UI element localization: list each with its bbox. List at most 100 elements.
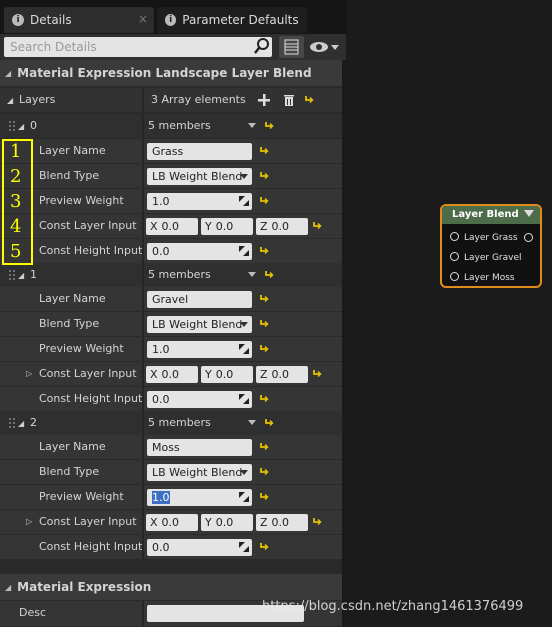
layer-name-field[interactable]: Moss bbox=[147, 439, 252, 456]
chevron-down-icon[interactable] bbox=[248, 272, 256, 277]
layer-name-row: Layer Name Grass bbox=[0, 139, 342, 164]
expand-arrow-icon[interactable]: ◢ bbox=[18, 122, 24, 131]
expand-arrow-icon[interactable]: ◢ bbox=[18, 271, 24, 280]
input-pin-layer-grass[interactable]: Layer Grass bbox=[450, 232, 518, 244]
reset-to-default-icon[interactable] bbox=[264, 120, 274, 130]
vector-z-value: 0.0 bbox=[271, 220, 290, 233]
reset-to-default-icon[interactable] bbox=[259, 541, 269, 551]
vector-x-field[interactable]: X 0.0 bbox=[146, 218, 198, 235]
reset-to-default-icon[interactable] bbox=[259, 441, 269, 451]
blend-type-dropdown[interactable]: LB Weight Blend bbox=[147, 316, 252, 333]
close-icon[interactable]: × bbox=[138, 12, 148, 26]
reset-to-default-icon[interactable] bbox=[259, 491, 269, 501]
column-splitter bbox=[142, 312, 144, 336]
column-splitter bbox=[142, 214, 144, 238]
const-height-input-label: Const Height Input bbox=[39, 392, 143, 405]
preview-weight-field[interactable]: 1.0 bbox=[147, 489, 252, 506]
reset-to-default-icon[interactable] bbox=[259, 195, 269, 205]
chevron-down-icon[interactable] bbox=[248, 420, 256, 425]
preview-weight-field[interactable]: 1.0 bbox=[147, 193, 252, 210]
resize-arrow-icon bbox=[239, 344, 249, 354]
vector-z-field[interactable]: Z 0.0 bbox=[256, 366, 308, 383]
vector-z-value: 0.0 bbox=[271, 516, 290, 529]
layer-name-field[interactable]: Gravel bbox=[147, 291, 252, 308]
scrollbar[interactable] bbox=[342, 60, 346, 627]
preview-weight-row: Preview Weight 1.0 bbox=[0, 485, 342, 510]
reset-to-default-icon[interactable] bbox=[304, 94, 314, 104]
reset-to-default-icon[interactable] bbox=[259, 466, 269, 476]
reset-to-default-icon[interactable] bbox=[312, 220, 322, 230]
reset-to-default-icon[interactable] bbox=[259, 343, 269, 353]
reset-to-default-icon[interactable] bbox=[264, 269, 274, 279]
const-layer-input-row: ▷ Const Layer Input X 0.0 Y 0.0 Z 0.0 bbox=[0, 510, 342, 535]
axis-x-label: X bbox=[150, 516, 158, 529]
const-height-input-field[interactable]: 0.0 bbox=[147, 391, 252, 408]
chevron-down-icon[interactable] bbox=[524, 210, 534, 217]
reset-to-default-icon[interactable] bbox=[312, 368, 322, 378]
preview-weight-value: 1.0 bbox=[152, 195, 170, 208]
reset-to-default-icon[interactable] bbox=[259, 393, 269, 403]
array-count: 3 Array elements bbox=[151, 93, 246, 106]
section-header-material-expression[interactable]: ◢ Material Expression bbox=[0, 574, 346, 600]
view-options-button[interactable] bbox=[309, 38, 341, 56]
vector-y-field[interactable]: Y 0.0 bbox=[201, 218, 253, 235]
vector-x-field[interactable]: X 0.0 bbox=[146, 366, 198, 383]
section-header-landscape-layer-blend[interactable]: ◢ Material Expression Landscape Layer Bl… bbox=[0, 60, 346, 86]
trash-icon[interactable] bbox=[283, 94, 295, 106]
reset-to-default-icon[interactable] bbox=[259, 245, 269, 255]
tab-parameter-defaults[interactable]: i Parameter Defaults bbox=[157, 7, 307, 33]
blend-type-dropdown[interactable]: LB Weight Blend bbox=[147, 168, 252, 185]
blend-type-value: LB Weight Blend bbox=[152, 318, 243, 331]
expand-arrow-icon[interactable]: ▷ bbox=[26, 369, 32, 378]
const-layer-input-label: Const Layer Input bbox=[39, 367, 137, 380]
const-height-input-label: Const Height Input bbox=[39, 540, 143, 553]
preview-weight-row: Preview Weight 1.0 bbox=[0, 189, 342, 214]
blend-type-dropdown[interactable]: LB Weight Blend bbox=[147, 464, 252, 481]
preview-weight-field[interactable]: 1.0 bbox=[147, 341, 252, 358]
preview-weight-label: Preview Weight bbox=[39, 490, 124, 503]
reset-to-default-icon[interactable] bbox=[259, 145, 269, 155]
input-pin-layer-moss[interactable]: Layer Moss bbox=[450, 272, 515, 284]
vector-z-field[interactable]: Z 0.0 bbox=[256, 218, 308, 235]
column-splitter bbox=[142, 114, 144, 138]
vector-z-field[interactable]: Z 0.0 bbox=[256, 514, 308, 531]
vector-y-value: 0.0 bbox=[215, 220, 234, 233]
chevron-down-icon[interactable] bbox=[248, 123, 256, 128]
expand-arrow-icon[interactable]: ▷ bbox=[26, 517, 32, 526]
const-height-input-field[interactable]: 0.0 bbox=[147, 243, 252, 260]
input-pin-layer-gravel[interactable]: Layer Gravel bbox=[450, 252, 522, 264]
expand-arrow-icon[interactable]: ◢ bbox=[7, 96, 13, 105]
vector-x-field[interactable]: X 0.0 bbox=[146, 514, 198, 531]
reset-to-default-icon[interactable] bbox=[259, 170, 269, 180]
vector-y-field[interactable]: Y 0.0 bbox=[201, 366, 253, 383]
preview-weight-value: 1.0 bbox=[152, 491, 170, 504]
drag-handle-icon[interactable] bbox=[9, 121, 15, 131]
expand-arrow-icon[interactable]: ◢ bbox=[18, 419, 24, 428]
property-matrix-button[interactable] bbox=[279, 36, 304, 58]
members-count: 5 members bbox=[148, 119, 211, 132]
vector-y-field[interactable]: Y 0.0 bbox=[201, 514, 253, 531]
layers-label: Layers bbox=[19, 93, 56, 106]
reset-to-default-icon[interactable] bbox=[259, 318, 269, 328]
column-splitter bbox=[142, 411, 144, 435]
const-height-input-field[interactable]: 0.0 bbox=[147, 539, 252, 556]
tab-details[interactable]: i Details × bbox=[4, 7, 154, 33]
add-element-icon[interactable] bbox=[258, 94, 270, 106]
const-height-input-row: Const Height Input 0.0 bbox=[0, 535, 342, 560]
axis-x-label: X bbox=[150, 220, 158, 233]
pin-circle-icon bbox=[450, 252, 459, 261]
drag-handle-icon[interactable] bbox=[9, 270, 15, 280]
column-splitter bbox=[142, 362, 144, 386]
reset-to-default-icon[interactable] bbox=[259, 293, 269, 303]
reset-to-default-icon[interactable] bbox=[312, 516, 322, 526]
vector-z-value: 0.0 bbox=[271, 368, 290, 381]
const-layer-input-label: Const Layer Input bbox=[39, 219, 137, 232]
search-icon[interactable] bbox=[254, 38, 270, 54]
layer-blend-node[interactable]: Layer Blend Layer Grass Layer Gravel Lay… bbox=[440, 204, 542, 288]
search-input[interactable] bbox=[4, 37, 272, 57]
reset-to-default-icon[interactable] bbox=[264, 417, 274, 427]
layer-name-field[interactable]: Grass bbox=[147, 143, 252, 160]
drag-handle-icon[interactable] bbox=[9, 418, 15, 428]
output-pin[interactable] bbox=[524, 233, 533, 242]
vector-x-value: 0.0 bbox=[161, 368, 180, 381]
